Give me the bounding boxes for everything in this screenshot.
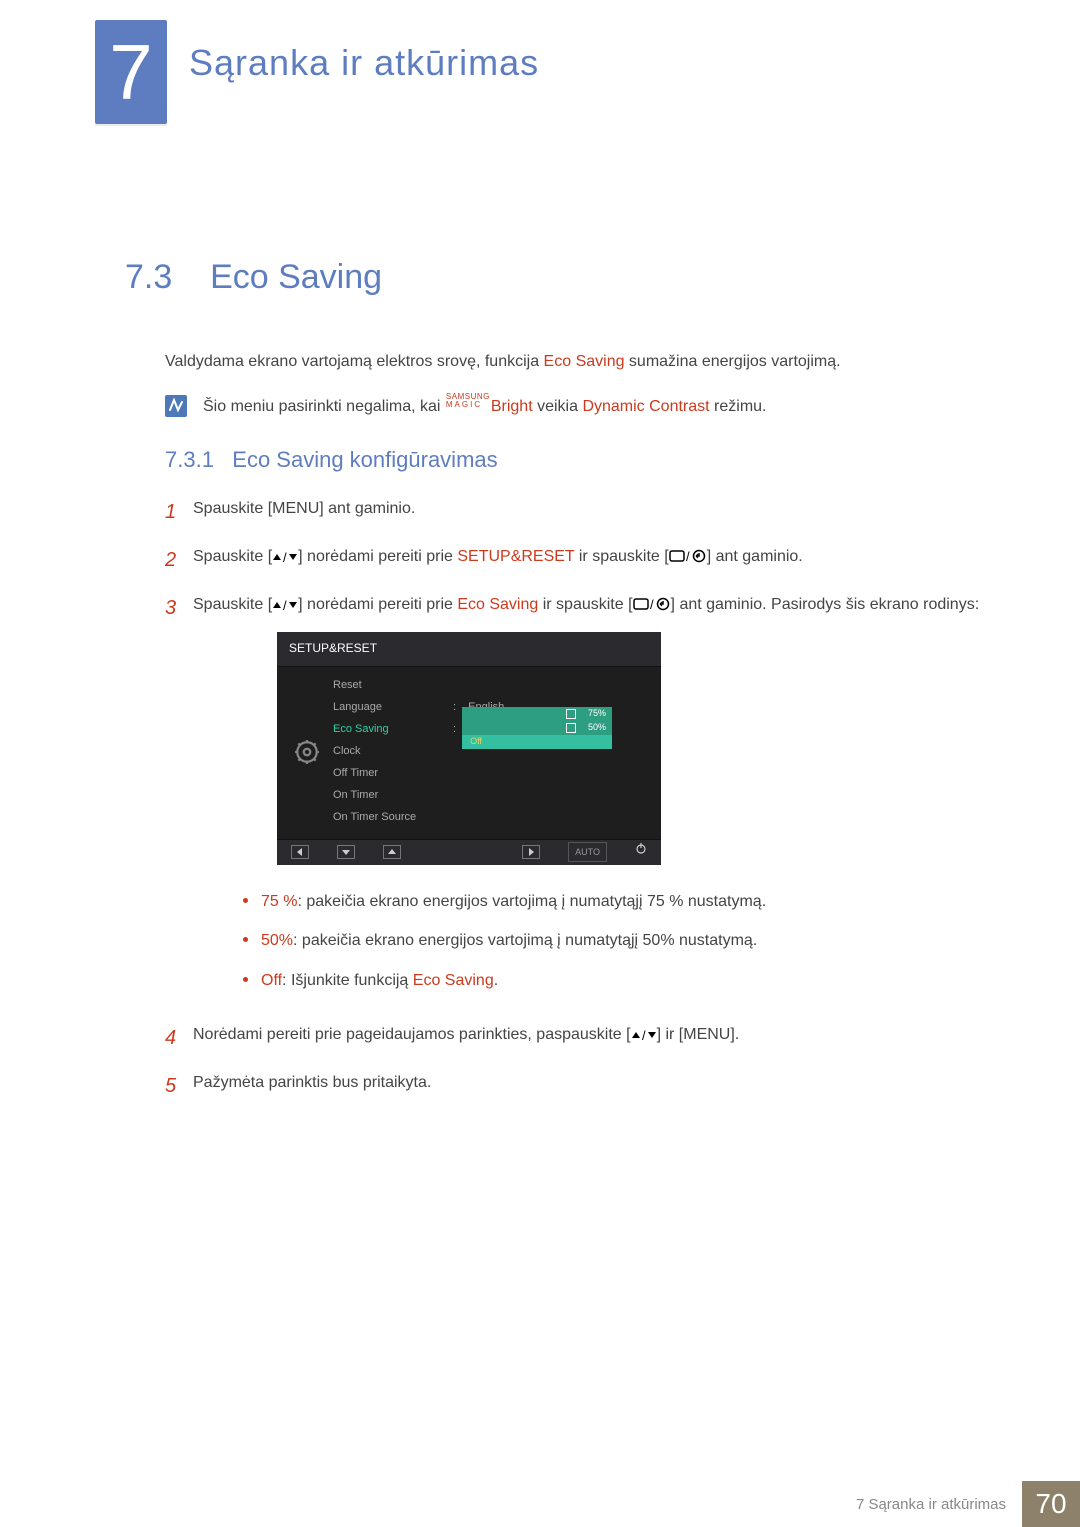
note-text: Šio meniu pasirinkti negalima, kai SAMSU… — [203, 393, 767, 420]
osd-screenshot: SETUP&RESET Reset Language: English Eco … — [277, 632, 661, 865]
bullet-list: 75 %: pakeičia ekrano energijos vartojim… — [241, 889, 1010, 994]
term-dynamic-contrast: Dynamic Contrast — [582, 398, 709, 415]
note-icon — [165, 395, 187, 417]
section-heading: 7.3 Eco Saving — [125, 258, 1010, 297]
osd-row-on-timer: On Timer — [327, 785, 651, 807]
bullet-off: Off: Išjunkite funkciją Eco Saving. — [241, 968, 1010, 994]
page-content: 7.3 Eco Saving Valdydama ekrano vartojam… — [125, 258, 1010, 1117]
subsection-title: Eco Saving konfigūravimas — [232, 447, 497, 472]
osd-auto-label: AUTO — [568, 842, 607, 862]
intro-paragraph: Valdydama ekrano vartojamą elektros srov… — [165, 349, 1010, 375]
menu-button-label: MENU — [272, 500, 319, 517]
step-5: 5 Pažymėta parinktis bus pritaikyta. — [165, 1069, 1010, 1103]
gear-icon — [294, 739, 320, 765]
osd-row-eco-saving: Eco Saving : 75% 50% Off — [327, 719, 651, 741]
page-footer: 7 Sąranka ir atkūrimas 70 — [0, 1481, 1080, 1527]
osd-left-icon — [291, 845, 309, 859]
steps-list: 1 Spauskite [MENU] ant gaminio. 2 Spausk… — [165, 495, 1010, 1103]
osd-row-off-timer: Off Timer — [327, 763, 651, 785]
section-title: Eco Saving — [210, 258, 382, 296]
note-row: Šio meniu pasirinkti negalima, kai SAMSU… — [165, 393, 1010, 420]
samsung-magic-label: SAMSUNGMAGIC — [446, 393, 490, 409]
osd-up-icon — [383, 845, 401, 859]
svg-text:/: / — [283, 599, 287, 611]
step-3: 3 Spauskite [/] norėdami pereiti prie Ec… — [165, 591, 1010, 1007]
term-eco-saving: Eco Saving — [457, 596, 538, 613]
source-enter-icon: / — [633, 593, 671, 622]
osd-eco-75: 75% — [462, 707, 612, 721]
osd-power-icon — [635, 842, 647, 862]
chapter-number-box: 7 — [95, 20, 167, 124]
osd-right-icon — [522, 845, 540, 859]
bullet-50: 50%: pakeičia ekrano energijos vartojimą… — [241, 928, 1010, 954]
svg-text:/: / — [642, 1029, 646, 1041]
page-number: 70 — [1022, 1481, 1080, 1527]
osd-eco-options: 75% 50% Off — [462, 707, 612, 751]
menu-button-label: MENU — [683, 1026, 730, 1043]
term-setup-reset: SETUP&RESET — [457, 548, 574, 565]
up-down-icon: / — [272, 545, 298, 574]
chapter-title: Sąranka ir atkūrimas — [189, 42, 539, 84]
osd-down-icon — [337, 845, 355, 859]
osd-footer: AUTO — [277, 839, 661, 865]
step-4: 4 Norėdami pereiti prie pageidaujamos pa… — [165, 1021, 1010, 1055]
up-down-icon: / — [631, 1023, 657, 1052]
chapter-header: 7 Sąranka ir atkūrimas — [95, 20, 539, 124]
osd-title: SETUP&RESET — [277, 632, 661, 667]
subsection-heading: 7.3.1 Eco Saving konfigūravimas — [165, 447, 1010, 473]
svg-text:/: / — [686, 549, 690, 563]
osd-row-reset: Reset — [327, 675, 651, 697]
step-2: 2 Spauskite [/] norėdami pereiti prie SE… — [165, 543, 1010, 577]
subsection-number: 7.3.1 — [165, 447, 214, 472]
term-eco-saving: Eco Saving — [544, 353, 625, 370]
osd-eco-50: 50% — [462, 721, 612, 735]
bullet-75: 75 %: pakeičia ekrano energijos vartojim… — [241, 889, 1010, 915]
osd-eco-off: Off — [462, 735, 612, 749]
step-1: 1 Spauskite [MENU] ant gaminio. — [165, 495, 1010, 529]
up-down-icon: / — [272, 593, 298, 622]
source-enter-icon: / — [669, 545, 707, 574]
footer-text: 7 Sąranka ir atkūrimas — [856, 1481, 1022, 1527]
svg-text:/: / — [283, 551, 287, 563]
section-number: 7.3 — [125, 258, 172, 296]
svg-text:/: / — [650, 597, 654, 611]
osd-row-on-timer-source: On Timer Source — [327, 807, 651, 829]
